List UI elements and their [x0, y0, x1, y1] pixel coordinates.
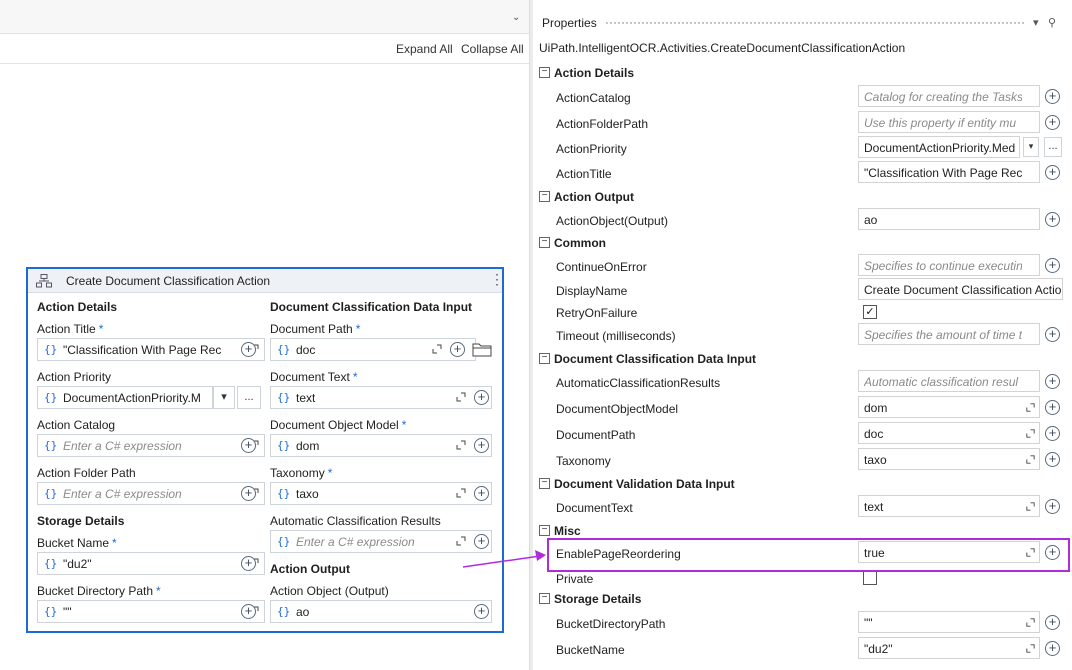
arrow-annotation: [462, 550, 546, 568]
